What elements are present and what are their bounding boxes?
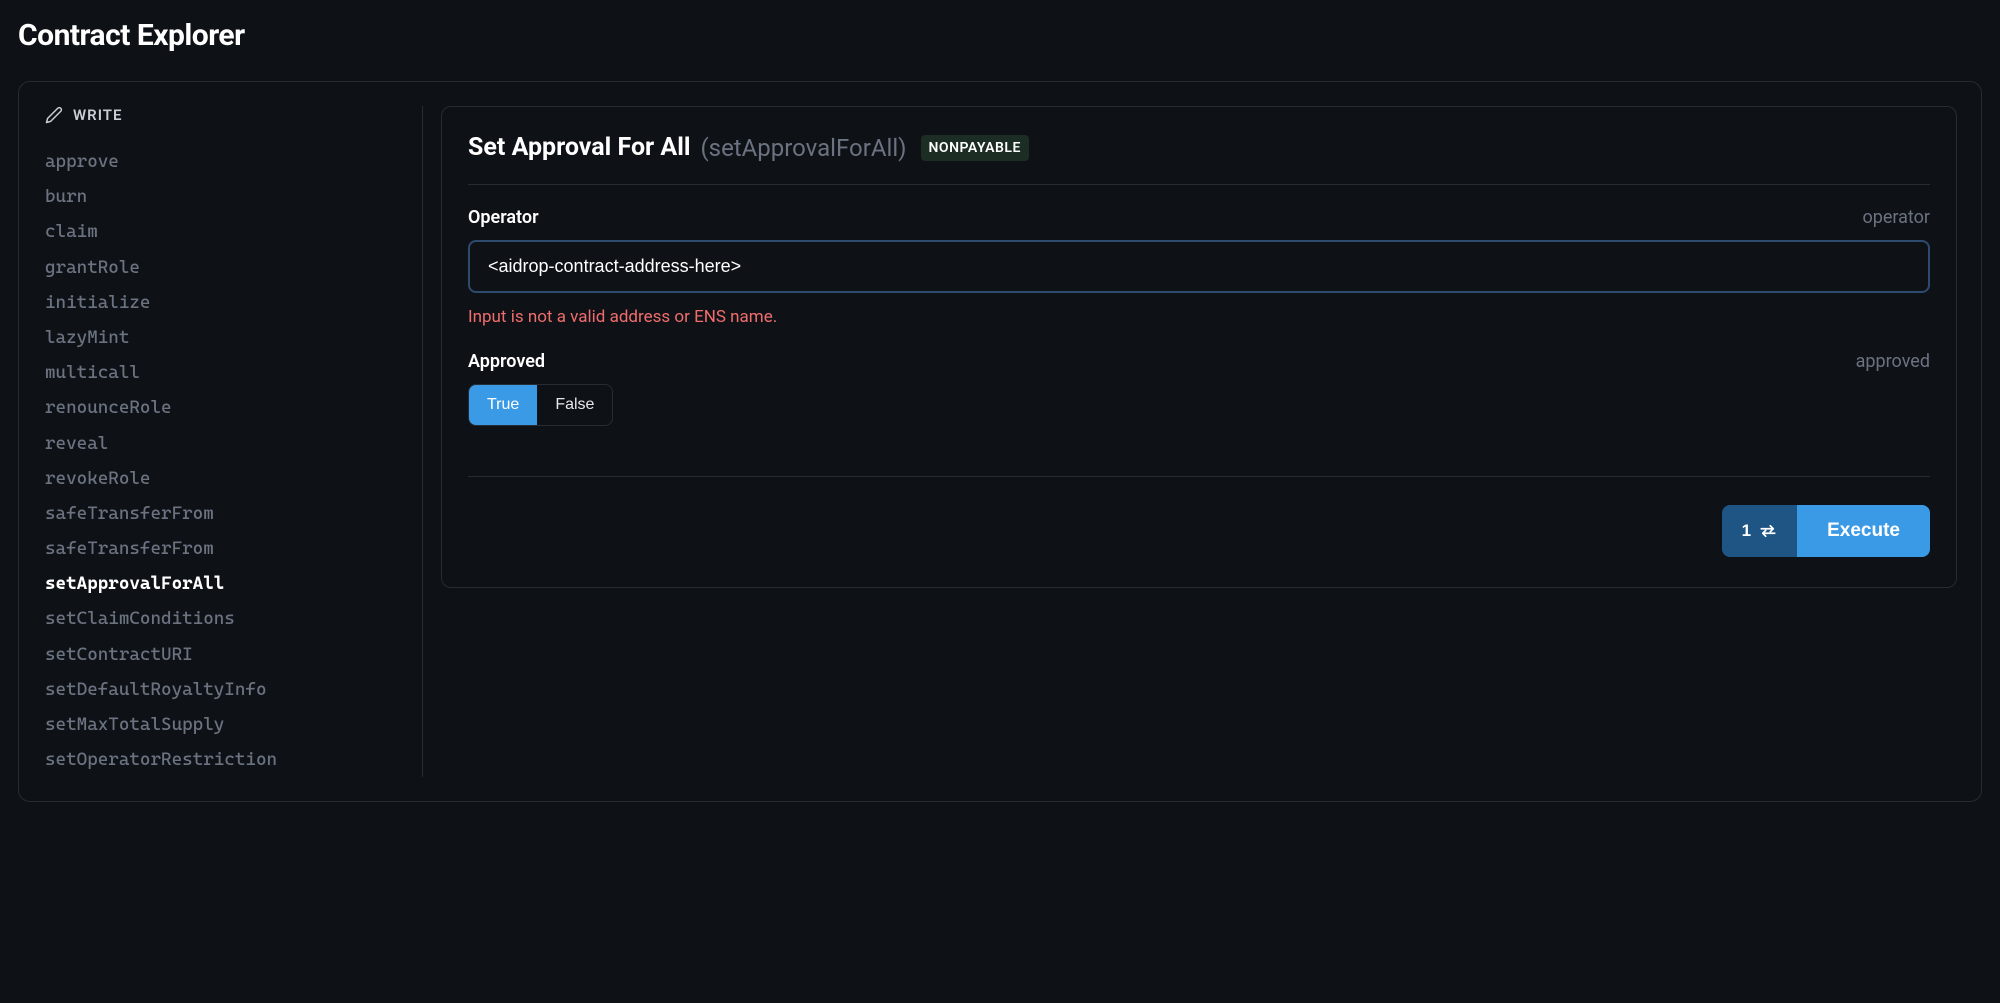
sidebar-item-renouncerole[interactable]: renounceRole — [43, 390, 404, 425]
sidebar-item-setclaimconditions[interactable]: setClaimConditions — [43, 601, 404, 636]
sidebar-item-lazymint[interactable]: lazyMint — [43, 320, 404, 355]
execute-button[interactable]: Execute — [1797, 505, 1930, 557]
page-title: Contract Explorer — [18, 18, 1982, 53]
main-container: WRITE approve burn claim grantRole initi… — [18, 81, 1982, 802]
operator-error: Input is not a valid address or ENS name… — [468, 307, 1930, 327]
payability-badge: NONPAYABLE — [921, 135, 1029, 161]
param-approved-header: Approved approved — [468, 351, 1930, 372]
operator-input[interactable] — [468, 240, 1930, 293]
function-header: Set Approval For All (setApprovalForAll)… — [468, 133, 1930, 185]
param-approved-name: approved — [1856, 351, 1930, 372]
sidebar-item-setdefaultroyaltyinfo[interactable]: setDefaultRoyaltyInfo — [43, 672, 404, 707]
sidebar-item-approve[interactable]: approve — [43, 144, 404, 179]
sidebar-item-multicall[interactable]: multicall — [43, 355, 404, 390]
sidebar-item-revokerole[interactable]: revokeRole — [43, 461, 404, 496]
execute-group: 1 Execute — [1722, 505, 1930, 557]
approved-true-button[interactable]: True — [469, 385, 537, 425]
transaction-count: 1 — [1742, 521, 1751, 541]
sidebar-item-setoperatorrestriction[interactable]: setOperatorRestriction — [43, 742, 404, 777]
param-operator: Operator operator Input is not a valid a… — [468, 207, 1930, 327]
sidebar-item-setmaxtotalsupply[interactable]: setMaxTotalSupply — [43, 707, 404, 742]
sidebar-item-grantrole[interactable]: grantRole — [43, 250, 404, 285]
param-operator-header: Operator operator — [468, 207, 1930, 228]
content-panel: Set Approval For All (setApprovalForAll)… — [423, 106, 1957, 777]
function-signature: (setApprovalForAll) — [700, 134, 906, 162]
transaction-count-button[interactable]: 1 — [1722, 505, 1797, 557]
pencil-icon — [45, 106, 63, 124]
function-card: Set Approval For All (setApprovalForAll)… — [441, 106, 1957, 588]
sidebar-header-label: WRITE — [73, 106, 122, 124]
param-approved: Approved approved True False — [468, 351, 1930, 426]
sidebar-item-safetransferfrom-1[interactable]: safeTransferFrom — [43, 496, 404, 531]
sidebar-header: WRITE — [43, 106, 404, 124]
sidebar-item-reveal[interactable]: reveal — [43, 426, 404, 461]
approved-toggle: True False — [468, 384, 613, 426]
sidebar-item-initialize[interactable]: initialize — [43, 285, 404, 320]
sidebar-item-claim[interactable]: claim — [43, 214, 404, 249]
card-footer: 1 Execute — [468, 476, 1930, 557]
sidebar-item-setcontracturi[interactable]: setContractURI — [43, 637, 404, 672]
swap-icon — [1759, 524, 1777, 538]
sidebar-item-safetransferfrom-2[interactable]: safeTransferFrom — [43, 531, 404, 566]
param-operator-label: Operator — [468, 207, 539, 228]
sidebar-item-setapprovalforall[interactable]: setApprovalForAll — [43, 566, 404, 601]
param-operator-name: operator — [1862, 207, 1930, 228]
sidebar-item-burn[interactable]: burn — [43, 179, 404, 214]
param-approved-label: Approved — [468, 351, 545, 372]
sidebar: WRITE approve burn claim grantRole initi… — [43, 106, 423, 777]
approved-false-button[interactable]: False — [537, 385, 612, 425]
function-title: Set Approval For All — [468, 133, 690, 162]
